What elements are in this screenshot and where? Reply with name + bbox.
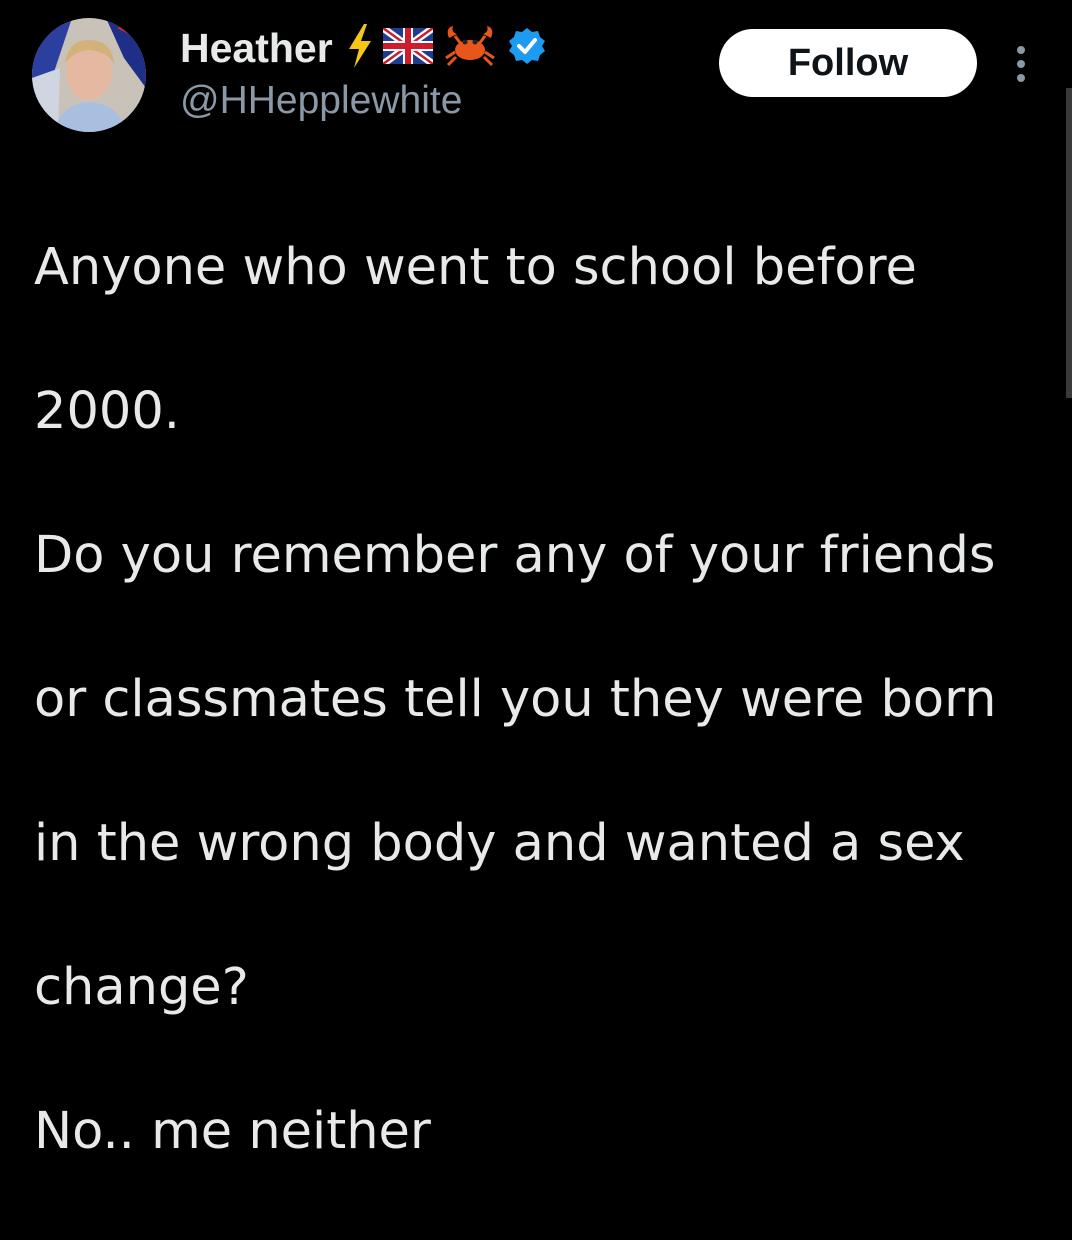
scrollbar[interactable] xyxy=(1066,88,1072,398)
tweet-line: or classmates tell you they were born xyxy=(34,670,997,729)
verified-badge-icon[interactable] xyxy=(507,26,547,71)
avatar[interactable] xyxy=(32,18,146,132)
lightning-icon xyxy=(347,23,373,73)
tweet-line: 2000. xyxy=(34,382,181,441)
display-name[interactable]: Heather xyxy=(180,27,333,69)
more-options-icon[interactable] xyxy=(1010,44,1032,84)
tweet-line: No.. me neither xyxy=(34,1102,431,1161)
author-handle[interactable]: @HHepplewhite xyxy=(180,78,462,125)
tweet-text: Anyone who went to school before 2000. D… xyxy=(34,160,1034,1240)
tweet-line: Do you remember any of your friends xyxy=(34,526,996,585)
tweet-line: in the wrong body and wanted a sex xyxy=(34,814,965,873)
crab-icon xyxy=(443,24,497,73)
tweet-card: Heather @HHepplewhite Follow Anyone who … xyxy=(0,0,1072,1161)
author-name-row: Heather xyxy=(180,22,547,74)
tweet-line: change? xyxy=(34,958,249,1017)
follow-button[interactable]: Follow xyxy=(719,29,977,97)
tweet-line: Anyone who went to school before xyxy=(34,238,917,297)
uk-flag-icon xyxy=(380,24,435,69)
